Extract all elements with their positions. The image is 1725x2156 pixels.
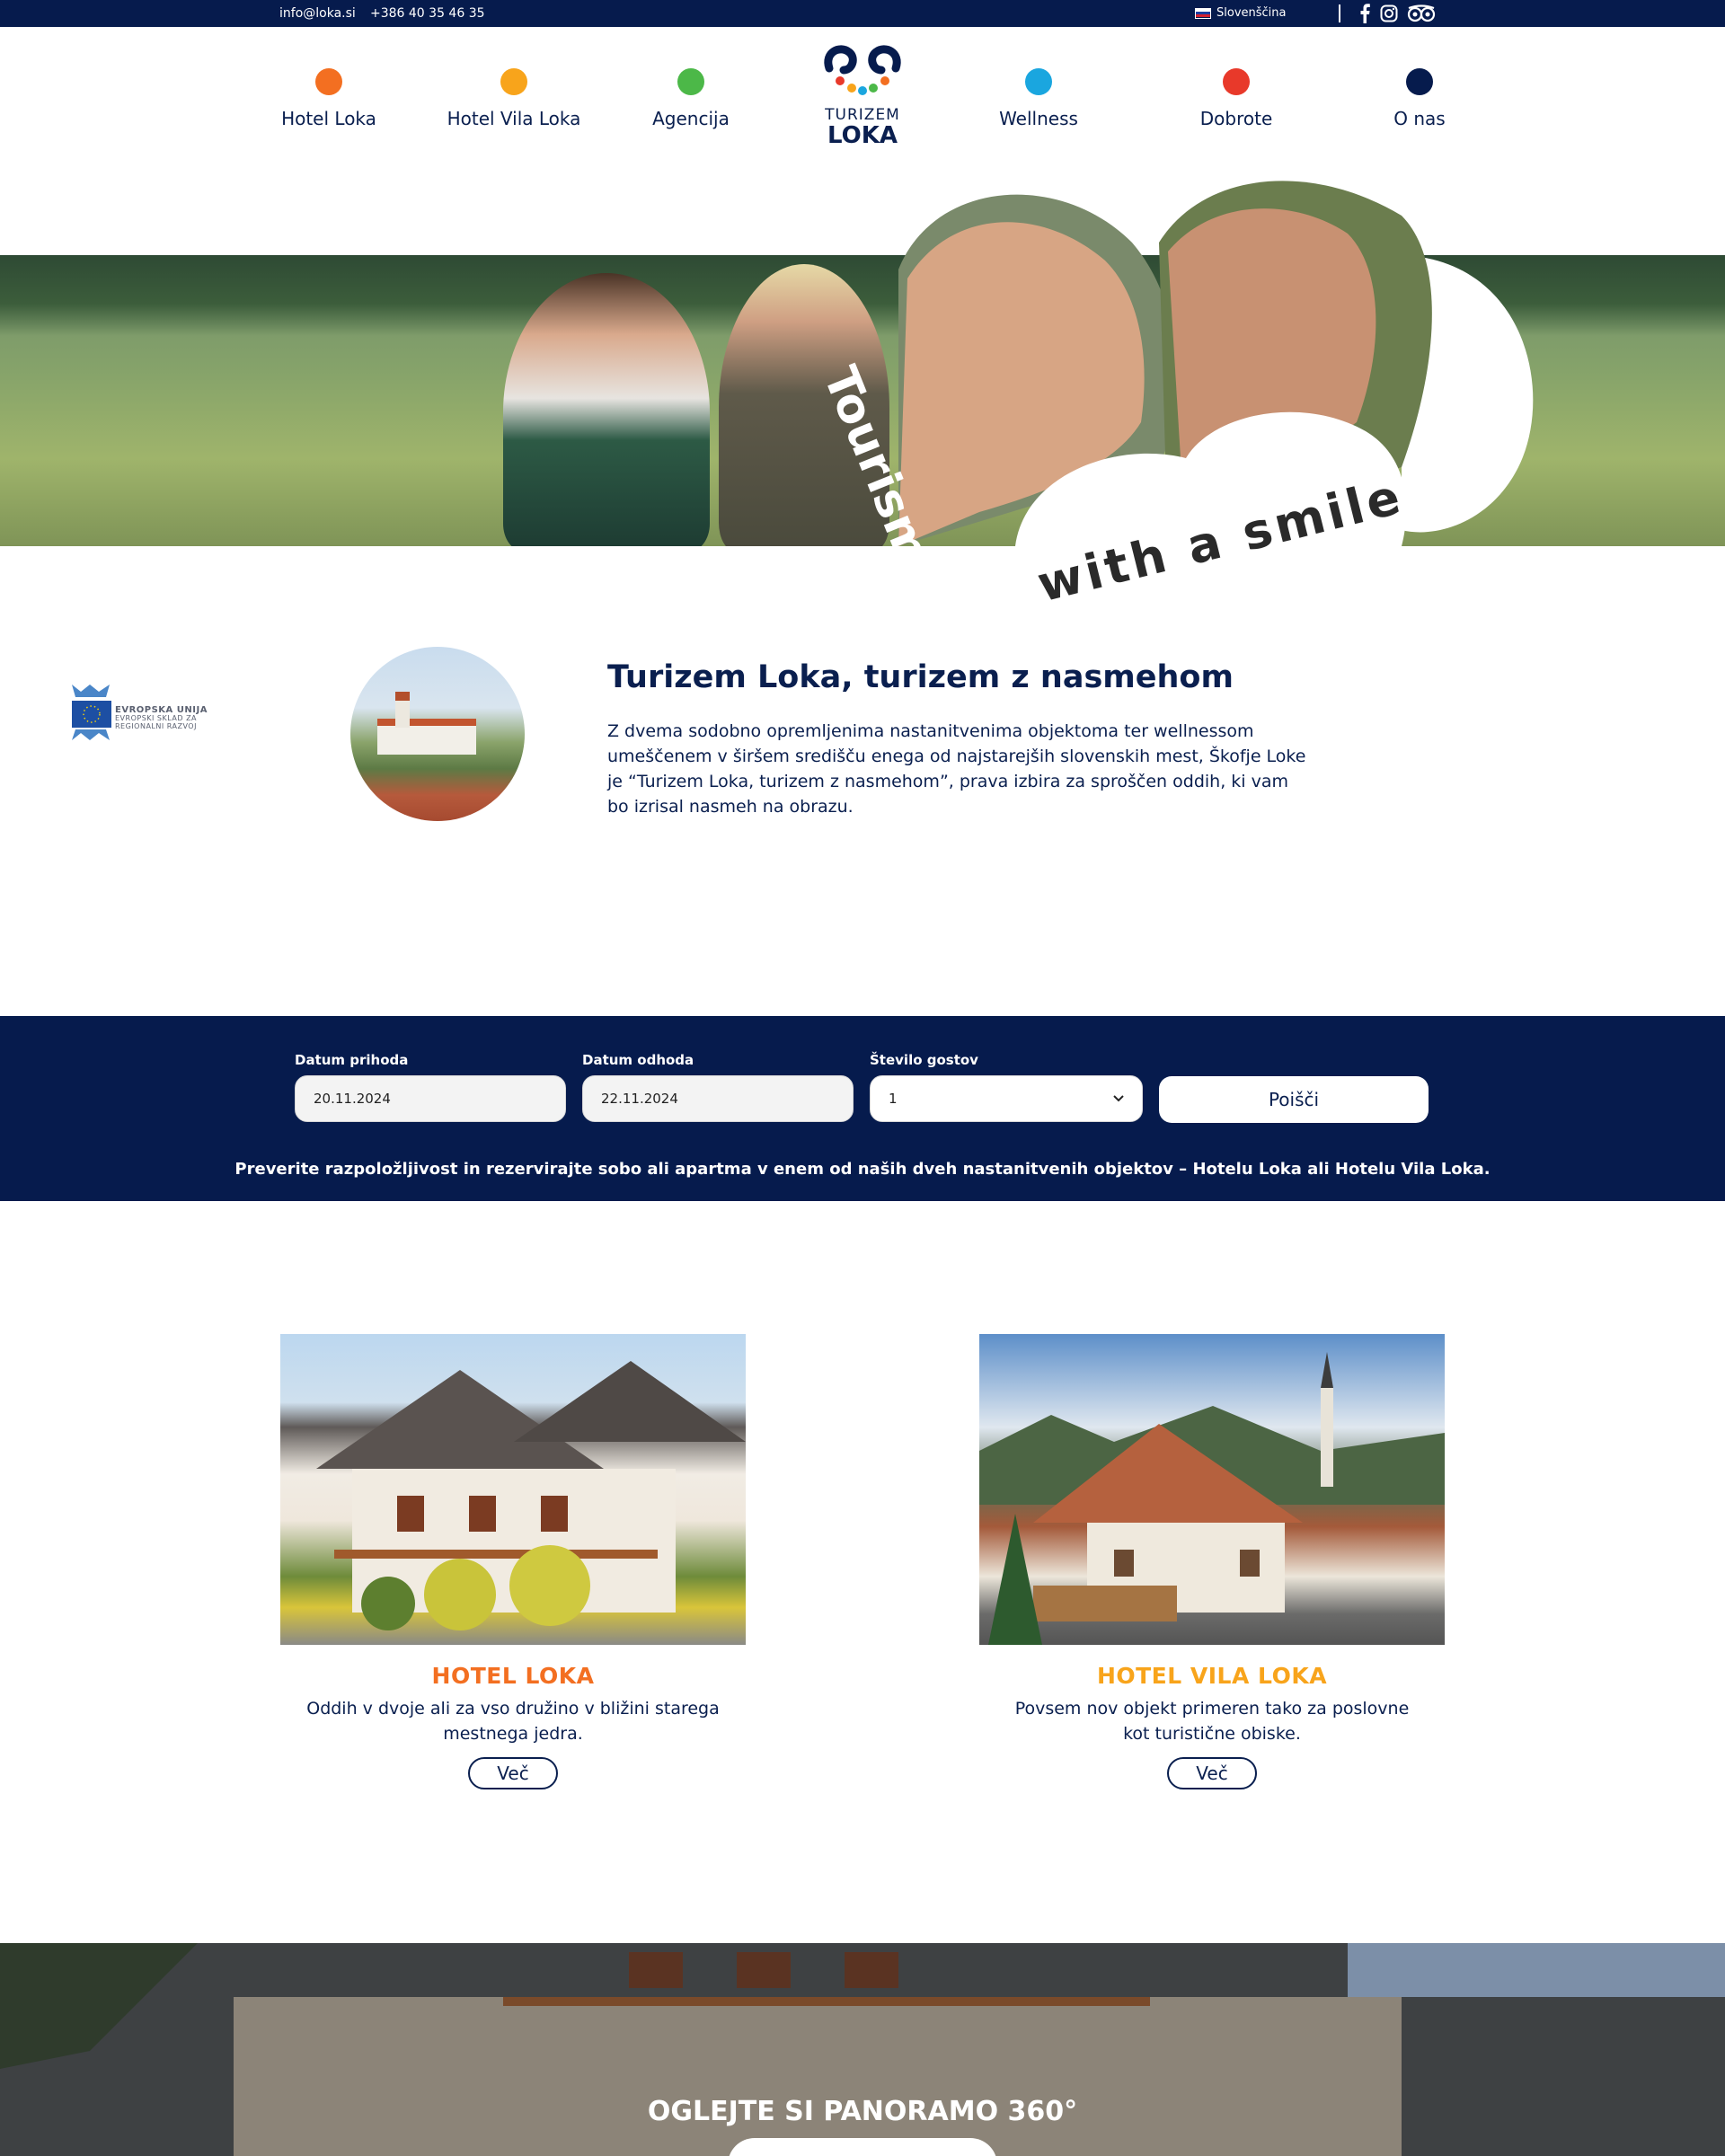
nav-item-dobrote[interactable]: Dobrote (1155, 68, 1317, 129)
navy-dot-icon (1406, 68, 1433, 95)
hotel-vila-loka-photo[interactable] (979, 1334, 1445, 1645)
castle-tower-shape (395, 692, 410, 728)
panorama-button[interactable] (728, 2138, 997, 2156)
green-dot-icon (677, 68, 704, 95)
nav-label: Wellness (999, 108, 1078, 129)
language-label: Slovenščina (1216, 6, 1287, 20)
logo-mark-icon (824, 45, 901, 95)
guests-field: Število gostov 1 (870, 1052, 1143, 1122)
nav-label: Agencija (652, 108, 730, 129)
logo-text-turizem: TURIZEM (825, 106, 900, 124)
arrival-date-field: Datum prihoda 20.11.2024 (295, 1052, 566, 1122)
vila-illustration (979, 1352, 1445, 1645)
intro-title: Turizem Loka, turizem z nasmehom (607, 659, 1234, 695)
turizem-loka-logo[interactable]: TURIZEM LOKA (809, 43, 916, 147)
hotel-loka-title[interactable]: HOTEL LOKA (280, 1663, 746, 1689)
panorama-title: OGLEJTE SI PANORAMO 360° (647, 2096, 1078, 2127)
eu-logo-text: EVROPSKA UNIJA EVROPSKI SKLAD ZA REGIONA… (115, 705, 208, 731)
hotel-loka-more-button[interactable]: Več (468, 1757, 558, 1789)
hotel-loka-description: Oddih v dvoje ali za vso družino v bliži… (306, 1699, 720, 1744)
chevron-down-icon (1113, 1095, 1124, 1102)
instagram-icon[interactable] (1380, 4, 1398, 22)
facebook-icon[interactable] (1358, 4, 1371, 23)
hotel-loka-photo[interactable] (280, 1334, 746, 1645)
booking-note: Preverite razpoložljivost in rezervirajt… (234, 1160, 1491, 1179)
tripadvisor-icon[interactable] (1407, 4, 1436, 22)
nav-item-hotel-loka[interactable]: Hotel Loka (248, 68, 410, 129)
search-button[interactable]: Poišči (1159, 1076, 1429, 1123)
castle-shape (377, 719, 476, 755)
intro-text: Z dvema sodobno opremljenima nastanitven… (607, 721, 1306, 817)
logo-text-loka: LOKA (827, 122, 898, 149)
nav-label: Hotel Loka (281, 108, 376, 129)
guests-label: Število gostov (870, 1052, 978, 1068)
guests-select[interactable]: 1 (870, 1075, 1143, 1122)
skofja-loka-castle-photo (350, 647, 525, 821)
nav-label: Dobrote (1199, 108, 1273, 129)
red-dot-icon (1223, 68, 1250, 95)
yellow-dot-icon (500, 68, 527, 95)
hotel-vila-loka-card: HOTEL VILA LOKA Povsem nov objekt primer… (979, 1334, 1445, 1789)
nav-item-wellness[interactable]: Wellness (958, 68, 1119, 129)
nav-item-hotel-vila-loka[interactable]: Hotel Vila Loka (433, 68, 595, 129)
eu-fund-logo: EVROPSKA UNIJA EVROPSKI SKLAD ZA REGIONA… (68, 683, 221, 742)
arrival-label: Datum prihoda (295, 1052, 409, 1068)
hotel-loka-card: HOTEL LOKA Oddih v dvoje ali za vso druž… (280, 1334, 746, 1789)
eu-emblem-icon (72, 685, 111, 740)
booking-section: Datum prihoda 20.11.2024 Datum odhoda 22… (0, 1016, 1725, 1201)
house-illustration (316, 1361, 746, 1630)
nav-label: Hotel Vila Loka (447, 108, 581, 129)
nav-item-agencija[interactable]: Agencija (610, 68, 772, 129)
language-selector[interactable]: Slovenščina (1195, 6, 1287, 20)
panorama-section: OGLEJTE SI PANORAMO 360° (0, 1943, 1725, 2156)
slovenia-flag-icon (1195, 7, 1211, 19)
hotel-vila-loka-description: Povsem nov objekt primeren tako za poslo… (1014, 1699, 1410, 1744)
blue-dot-icon (1025, 68, 1052, 95)
departure-date-field: Datum odhoda 22.11.2024 (582, 1052, 854, 1122)
phone-link[interactable]: +386 40 35 46 35 (370, 6, 485, 21)
hotel-vila-loka-title[interactable]: HOTEL VILA LOKA (979, 1663, 1445, 1689)
divider (1339, 4, 1340, 22)
arrival-date-value: 20.11.2024 (314, 1091, 391, 1107)
orange-dot-icon (315, 68, 342, 95)
hotel-vila-loka-more-button[interactable]: Več (1167, 1757, 1257, 1789)
departure-label: Datum odhoda (582, 1052, 694, 1068)
nav-label: O nas (1393, 108, 1446, 129)
hero-banner: Tourism with a smile (0, 171, 1725, 613)
departure-date-value: 22.11.2024 (601, 1091, 678, 1107)
nav-item-o-nas[interactable]: O nas (1339, 68, 1500, 129)
social-links (1358, 4, 1436, 23)
guests-value: 1 (889, 1091, 898, 1107)
email-link[interactable]: info@loka.si (279, 6, 356, 21)
departure-date-input[interactable]: 22.11.2024 (582, 1075, 854, 1122)
main-navigation: Hotel Loka Hotel Vila Loka Agencija TURI… (0, 27, 1725, 171)
arrival-date-input[interactable]: 20.11.2024 (295, 1075, 566, 1122)
top-bar: info@loka.si +386 40 35 46 35 Slovenščin… (0, 0, 1725, 27)
